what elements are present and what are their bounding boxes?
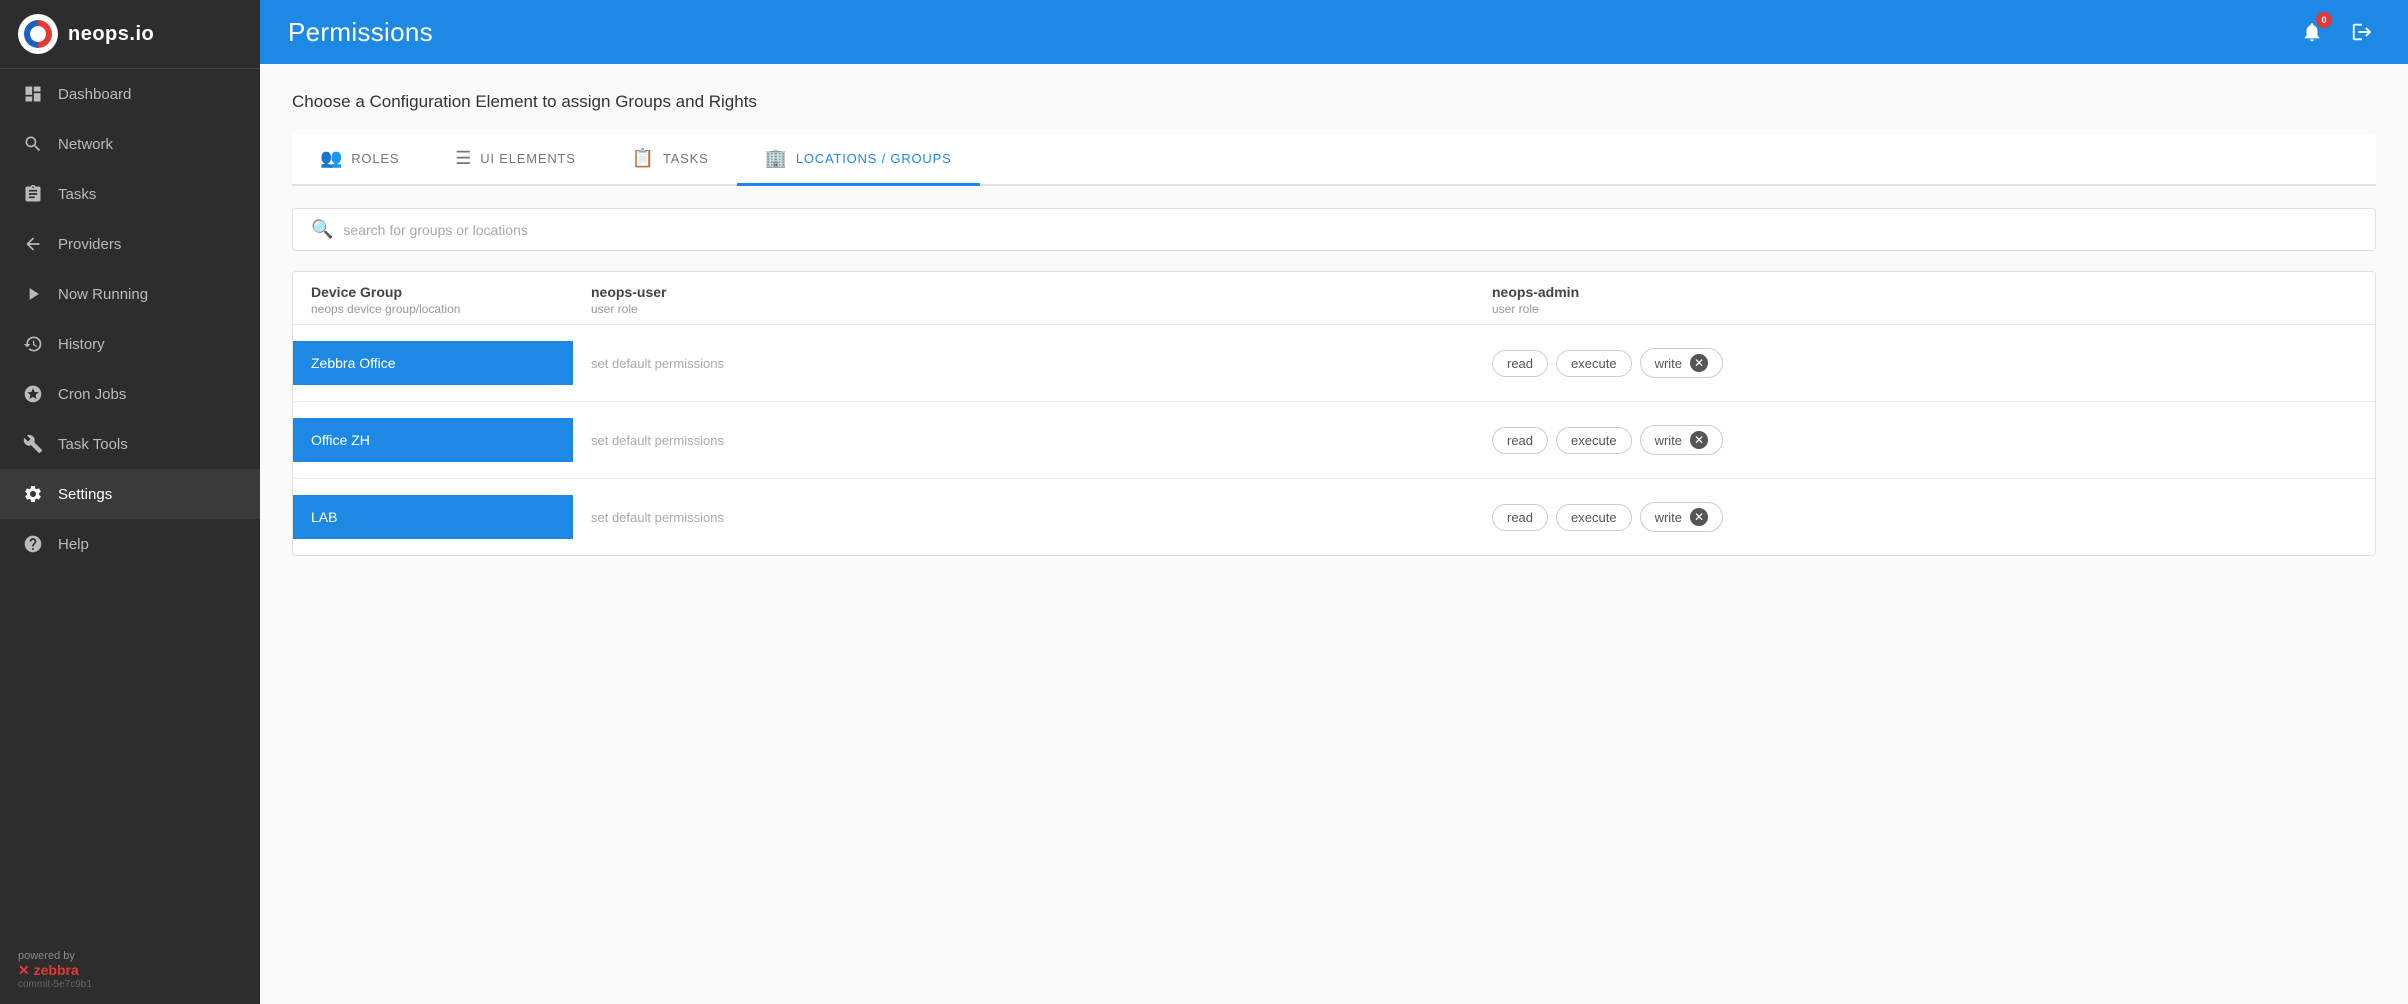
device-name[interactable]: Zebbra Office — [293, 341, 573, 385]
admin-permissions: read execute write ✕ — [1474, 348, 2375, 378]
col-header-neops-user: neops-user user role — [573, 284, 1474, 316]
perm-read-badge[interactable]: read — [1492, 504, 1548, 531]
perm-write-badge[interactable]: write ✕ — [1640, 425, 1723, 455]
roles-icon: 👥 — [320, 148, 343, 169]
providers-icon — [22, 233, 44, 255]
search-input[interactable] — [343, 222, 2357, 238]
table-row: Zebbra Office set default permissions re… — [293, 324, 2375, 401]
logout-button[interactable] — [2344, 14, 2380, 50]
col-header-device: Device Group neops device group/location — [293, 284, 573, 316]
task-tools-icon — [22, 433, 44, 455]
remove-write-button[interactable]: ✕ — [1690, 431, 1708, 449]
tab-locations-label: LOCATIONS / GROUPS — [796, 151, 952, 166]
admin-permissions: read execute write ✕ — [1474, 502, 2375, 532]
sidebar-item-dashboard[interactable]: Dashboard — [0, 69, 260, 119]
admin-permissions: read execute write ✕ — [1474, 425, 2375, 455]
history-icon — [22, 333, 44, 355]
search-container: 🔍 — [292, 208, 2376, 251]
settings-icon — [22, 483, 44, 505]
notification-badge: 0 — [2316, 12, 2332, 28]
page-description: Choose a Configuration Element to assign… — [292, 92, 2376, 112]
ui-elements-icon: ☰ — [455, 148, 472, 169]
sidebar-item-task-tools[interactable]: Task Tools — [0, 419, 260, 469]
tasks-tab-icon: 📋 — [632, 148, 655, 169]
perm-execute-badge[interactable]: execute — [1556, 504, 1632, 531]
commit-id: commit-5e7c9b1 — [18, 979, 242, 990]
perm-execute-badge[interactable]: execute — [1556, 350, 1632, 377]
sidebar-item-label: Dashboard — [58, 86, 131, 103]
sidebar-item-label: Settings — [58, 486, 112, 503]
sidebar-item-help[interactable]: Help — [0, 519, 260, 569]
perm-read-badge[interactable]: read — [1492, 427, 1548, 454]
sidebar-item-label: Tasks — [58, 186, 96, 203]
sidebar-item-tasks[interactable]: Tasks — [0, 169, 260, 219]
tab-tasks[interactable]: 📋 TASKS — [604, 134, 737, 186]
device-name[interactable]: Office ZH — [293, 418, 573, 462]
tab-locations-groups[interactable]: 🏢 LOCATIONS / GROUPS — [737, 134, 980, 186]
content-area: Choose a Configuration Element to assign… — [260, 64, 2408, 1004]
cron-jobs-icon — [22, 383, 44, 405]
dashboard-icon — [22, 83, 44, 105]
now-running-icon — [22, 283, 44, 305]
sidebar-footer: powered by ✕ zebbra commit-5e7c9b1 — [0, 936, 260, 1004]
search-icon: 🔍 — [311, 219, 333, 240]
device-cell: Zebbra Office — [293, 325, 573, 401]
sidebar-item-now-running[interactable]: Now Running — [0, 269, 260, 319]
permissions-table: Device Group neops device group/location… — [292, 271, 2376, 556]
tab-ui-elements-label: UI ELEMENTS — [480, 151, 575, 166]
perm-read-badge[interactable]: read — [1492, 350, 1548, 377]
user-permission: set default permissions — [573, 510, 1474, 525]
sidebar-item-label: Providers — [58, 236, 121, 253]
table-row: LAB set default permissions read execute… — [293, 478, 2375, 555]
col-header-neops-admin: neops-admin user role — [1474, 284, 2375, 316]
help-icon — [22, 533, 44, 555]
logo-text: neops.io — [68, 23, 154, 46]
perm-write-badge[interactable]: write ✕ — [1640, 502, 1723, 532]
tabs-container: 👥 ROLES ☰ UI ELEMENTS 📋 TASKS 🏢 LOCATION… — [292, 134, 2376, 186]
sidebar-item-label: Task Tools — [58, 436, 128, 453]
remove-write-button[interactable]: ✕ — [1690, 354, 1708, 372]
tab-roles[interactable]: 👥 ROLES — [292, 134, 427, 186]
table-header: Device Group neops device group/location… — [293, 272, 2375, 324]
user-permission: set default permissions — [573, 433, 1474, 448]
sidebar-item-label: History — [58, 336, 105, 353]
tab-roles-label: ROLES — [351, 151, 399, 166]
page-title: Permissions — [288, 17, 433, 48]
perm-write-badge[interactable]: write ✕ — [1640, 348, 1723, 378]
sidebar-nav: Dashboard Network Tasks Providers — [0, 69, 260, 569]
user-permission: set default permissions — [573, 356, 1474, 371]
tasks-icon — [22, 183, 44, 205]
sidebar-item-label: Now Running — [58, 286, 148, 303]
main-area: Permissions 0 Choose a Configuration Ele… — [260, 0, 2408, 1004]
remove-write-button[interactable]: ✕ — [1690, 508, 1708, 526]
zebbra-brand: ✕ zebbra — [18, 962, 242, 979]
sidebar-item-cron-jobs[interactable]: Cron Jobs — [0, 369, 260, 419]
header: Permissions 0 — [260, 0, 2408, 64]
sidebar: neops.io Dashboard Network Tasks — [0, 0, 260, 1004]
device-name[interactable]: LAB — [293, 495, 573, 539]
device-cell: LAB — [293, 479, 573, 555]
sidebar-item-label: Network — [58, 136, 113, 153]
sidebar-item-label: Cron Jobs — [58, 386, 126, 403]
locations-icon: 🏢 — [765, 148, 788, 169]
device-cell: Office ZH — [293, 402, 573, 478]
logo-icon — [18, 14, 58, 54]
sidebar-item-network[interactable]: Network — [0, 119, 260, 169]
network-icon — [22, 133, 44, 155]
header-actions: 0 — [2294, 14, 2380, 50]
sidebar-item-history[interactable]: History — [0, 319, 260, 369]
sidebar-item-settings[interactable]: Settings — [0, 469, 260, 519]
table-row: Office ZH set default permissions read e… — [293, 401, 2375, 478]
tab-ui-elements[interactable]: ☰ UI ELEMENTS — [427, 134, 603, 186]
perm-execute-badge[interactable]: execute — [1556, 427, 1632, 454]
powered-by-text: powered by — [18, 950, 242, 962]
notifications-button[interactable]: 0 — [2294, 14, 2330, 50]
tab-tasks-label: TASKS — [663, 151, 709, 166]
logo: neops.io — [0, 0, 260, 69]
sidebar-item-label: Help — [58, 536, 89, 553]
sidebar-item-providers[interactable]: Providers — [0, 219, 260, 269]
